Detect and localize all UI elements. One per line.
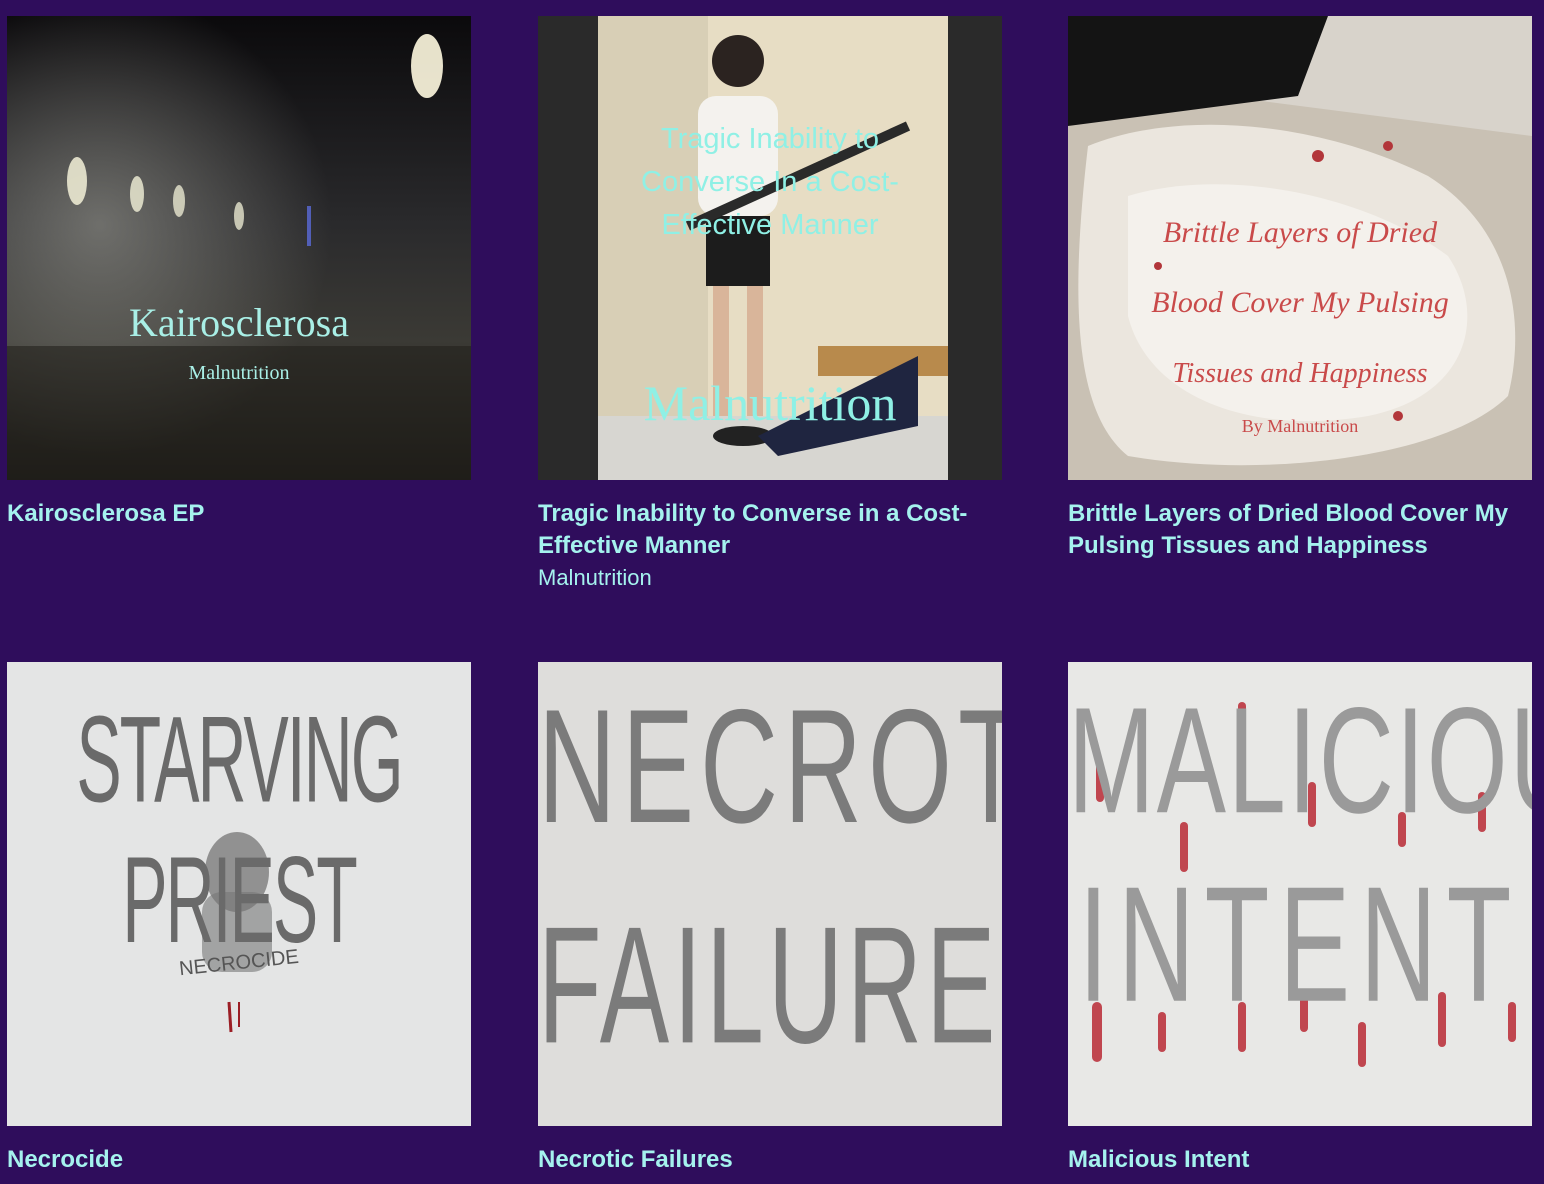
album-cover-art bbox=[7, 16, 471, 480]
album-title[interactable]: Tragic Inability to Converse in a Cost-E… bbox=[538, 498, 1002, 562]
album-grid: Kairosclerosa Malnutrition Kairosclerosa… bbox=[0, 0, 1544, 1184]
cover-title-text: STARVING PRIEST bbox=[76, 691, 403, 969]
cover-artist-text: Malnutrition bbox=[643, 375, 897, 431]
album-cover[interactable]: Kairosclerosa Malnutrition bbox=[7, 16, 471, 480]
cover-title-text: INTENT bbox=[1078, 853, 1522, 1037]
cover-title-text: FAILURES bbox=[538, 893, 1002, 1080]
cover-title-text: NECROTIC bbox=[538, 675, 1002, 857]
album-title[interactable]: Malicious Intent bbox=[1068, 1144, 1532, 1176]
album-item: Tragic Inability to Converse In a Cost-E… bbox=[538, 16, 1002, 594]
album-item: NECROTIC FAILURES Necrotic Failures bbox=[538, 662, 1002, 1176]
album-cover[interactable]: NECROTIC FAILURES bbox=[538, 662, 1002, 1126]
album-cover[interactable]: MALICIOUS INTENT bbox=[1068, 662, 1532, 1126]
album-title[interactable]: Brittle Layers of Dried Blood Cover My P… bbox=[1068, 498, 1532, 562]
cover-title-text: MALICIOUS bbox=[1068, 677, 1532, 846]
cover-title-text: Tragic Inability to Converse In a Cost-E… bbox=[641, 123, 899, 241]
cover-title-text: Blood Cover My Pulsing bbox=[1151, 286, 1449, 319]
album-artist[interactable]: Malnutrition bbox=[538, 562, 1002, 594]
album-title[interactable]: Necrotic Failures bbox=[538, 1144, 1002, 1176]
album-item: Brittle Layers of Dried Blood Cover My P… bbox=[1068, 16, 1532, 562]
album-title[interactable]: Necrocide bbox=[7, 1144, 471, 1176]
album-cover[interactable]: Tragic Inability to Converse In a Cost-E… bbox=[538, 16, 1002, 480]
cover-title-text: Kairosclerosa bbox=[129, 300, 349, 345]
album-title[interactable]: Kairosclerosa EP bbox=[7, 498, 471, 530]
cover-title-text: Brittle Layers of Dried bbox=[1162, 216, 1438, 249]
album-cover[interactable]: Brittle Layers of Dried Blood Cover My P… bbox=[1068, 16, 1532, 480]
cover-artist-text: Malnutrition bbox=[188, 362, 290, 384]
album-item: Kairosclerosa Malnutrition Kairosclerosa… bbox=[7, 16, 471, 530]
album-cover[interactable]: STARVING PRIEST NECROCIDE bbox=[7, 662, 471, 1126]
cover-artist-text: By Malnutrition bbox=[1241, 416, 1359, 436]
album-item: MALICIOUS INTENT Malicious Intent bbox=[1068, 662, 1532, 1176]
album-item: STARVING PRIEST NECROCIDE Necrocide bbox=[7, 662, 471, 1176]
cover-title-text: Tissues and Happiness bbox=[1172, 358, 1428, 389]
